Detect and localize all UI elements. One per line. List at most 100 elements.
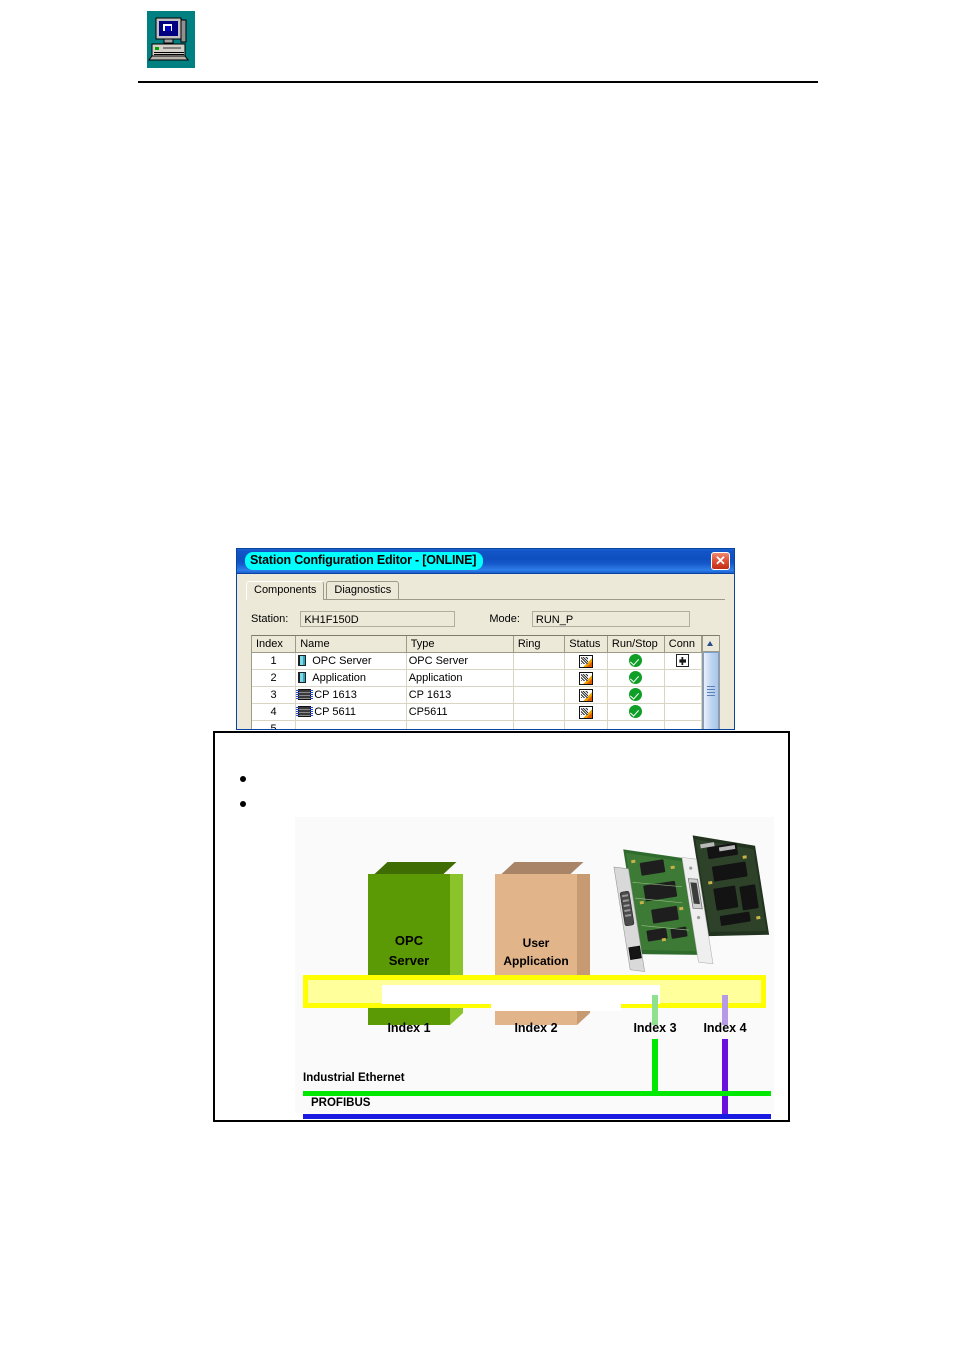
mode-field[interactable]: RUN_P [531, 611, 690, 627]
profibus-label: PROFIBUS [311, 1097, 371, 1109]
column-header-runstop[interactable]: Run/Stop [607, 636, 665, 653]
table-row[interactable]: 2 Application Application [252, 669, 703, 687]
column-header-ring[interactable]: Ring [513, 636, 566, 653]
profibus-bus-line [303, 1114, 771, 1119]
index-1-label: Index 1 [387, 1021, 431, 1035]
user-application-label-line1: User [522, 936, 550, 950]
box-top-face [374, 862, 457, 874]
index4-profibus-drop-line [722, 1039, 728, 1117]
cell-name-text: Application [312, 672, 367, 684]
bullet-point-icon [240, 801, 246, 807]
tab-components[interactable]: Components [246, 581, 325, 600]
table-row[interactable]: 5 [252, 720, 703, 729]
cell-runstop[interactable] [607, 669, 665, 687]
table-row[interactable]: 4 CP 5611 CP5611 [252, 703, 703, 721]
run-ok-icon [629, 688, 643, 701]
column-header-index[interactable]: Index [252, 636, 297, 653]
run-ok-icon [629, 671, 643, 684]
cell-conn[interactable] [664, 652, 703, 670]
column-header-conn[interactable]: Conn [664, 636, 703, 653]
status-tool-icon [579, 705, 594, 719]
components-table-container: Index Name Type Ring Status Run/Stop Con… [251, 635, 720, 729]
cell-name: OPC Server [295, 652, 407, 670]
network-card-icon [296, 706, 314, 717]
status-tool-icon [579, 671, 594, 685]
chevron-up-icon[interactable] [703, 636, 719, 652]
highlighter-erased-strip [491, 1002, 621, 1011]
opc-server-label-line2: Server [388, 953, 430, 968]
station-label: Station: [251, 613, 289, 625]
cell-runstop[interactable] [607, 703, 665, 721]
opc-server-label-line1: OPC [394, 933, 424, 948]
run-ok-icon [629, 705, 643, 718]
bullet-point-icon [240, 776, 246, 782]
station-field[interactable]: KH1F150D [300, 611, 456, 627]
header-divider-rule [138, 81, 818, 83]
cell-type: CP5611 [406, 703, 514, 721]
table-vertical-scrollbar[interactable] [702, 636, 719, 729]
application-module-icon [298, 672, 307, 683]
status-tool-icon [579, 654, 594, 668]
cell-conn[interactable] [664, 703, 703, 721]
cell-name-text: CP 5611 [314, 706, 357, 718]
cell-status [564, 720, 608, 729]
cell-ring [513, 720, 566, 729]
cell-conn[interactable] [664, 686, 703, 704]
cell-name: Application [295, 669, 407, 687]
cell-status [564, 669, 608, 687]
cell-ring [513, 669, 566, 687]
cell-runstop[interactable] [607, 652, 665, 670]
column-header-name[interactable]: Name [295, 636, 407, 653]
cell-name-text: CP 1613 [314, 689, 357, 701]
status-tool-icon [579, 688, 594, 702]
cell-index: 3 [252, 686, 297, 704]
cell-index: 1 [252, 652, 297, 670]
cell-runstop[interactable] [607, 720, 665, 729]
cell-type: OPC Server [406, 652, 514, 670]
cell-index: 5 [252, 720, 297, 729]
cell-index: 4 [252, 703, 297, 721]
cell-ring [513, 686, 566, 704]
cell-status [564, 703, 608, 721]
cell-ring [513, 652, 566, 670]
index-2-label: Index 2 [514, 1021, 558, 1035]
cell-type: CP 1613 [406, 686, 514, 704]
scrollbar-grip [707, 686, 715, 696]
table-row[interactable]: 3 CP 1613 CP 1613 [252, 686, 703, 704]
close-icon[interactable]: ✕ [711, 552, 730, 570]
mode-label: Mode: [489, 613, 520, 625]
cell-conn[interactable] [664, 669, 703, 687]
industrial-ethernet-bus-line [303, 1091, 771, 1096]
application-module-icon [298, 655, 307, 666]
industrial-ethernet-label: Industrial Ethernet [303, 1072, 405, 1084]
cell-name: CP 1613 [295, 686, 407, 704]
note-overlay-box: OPC Server User Application Index 1 Inde… [213, 731, 790, 1122]
table-row[interactable]: 1 OPC Server OPC Server [252, 652, 703, 670]
cell-name-text: OPC Server [312, 655, 372, 667]
window-title: Station Configuration Editor - [ONLINE] [245, 552, 484, 570]
table-header-row: Index Name Type Ring Status Run/Stop Con… [252, 636, 703, 653]
station-architecture-diagram: OPC Server User Application Index 1 Inde… [295, 817, 774, 1119]
run-ok-icon [629, 654, 643, 667]
dialog-body: Components Diagnostics Station: KH1F150D… [237, 574, 734, 729]
box-top-face [501, 862, 584, 874]
tab-diagnostics[interactable]: Diagnostics [326, 581, 400, 599]
index3-ethernet-drop-line [652, 1039, 658, 1095]
cell-index: 2 [252, 669, 297, 687]
cell-conn[interactable] [664, 720, 703, 729]
scrollbar-thumb[interactable] [703, 652, 719, 729]
dialog-titlebar[interactable]: Station Configuration Editor - [ONLINE] … [237, 549, 734, 574]
user-application-label-line2: Application [503, 954, 569, 968]
cell-type [406, 720, 514, 729]
cell-runstop[interactable] [607, 686, 665, 704]
page-header-logo [147, 11, 195, 68]
cell-name [295, 720, 407, 729]
column-header-type[interactable]: Type [406, 636, 514, 653]
network-card-icon [296, 689, 314, 700]
connection-icon [676, 654, 690, 667]
index-4-label: Index 4 [703, 1021, 747, 1035]
column-header-status[interactable]: Status [564, 636, 608, 653]
tab-strip: Components Diagnostics [246, 580, 725, 600]
cell-name: CP 5611 [295, 703, 407, 721]
cell-type: Application [406, 669, 514, 687]
